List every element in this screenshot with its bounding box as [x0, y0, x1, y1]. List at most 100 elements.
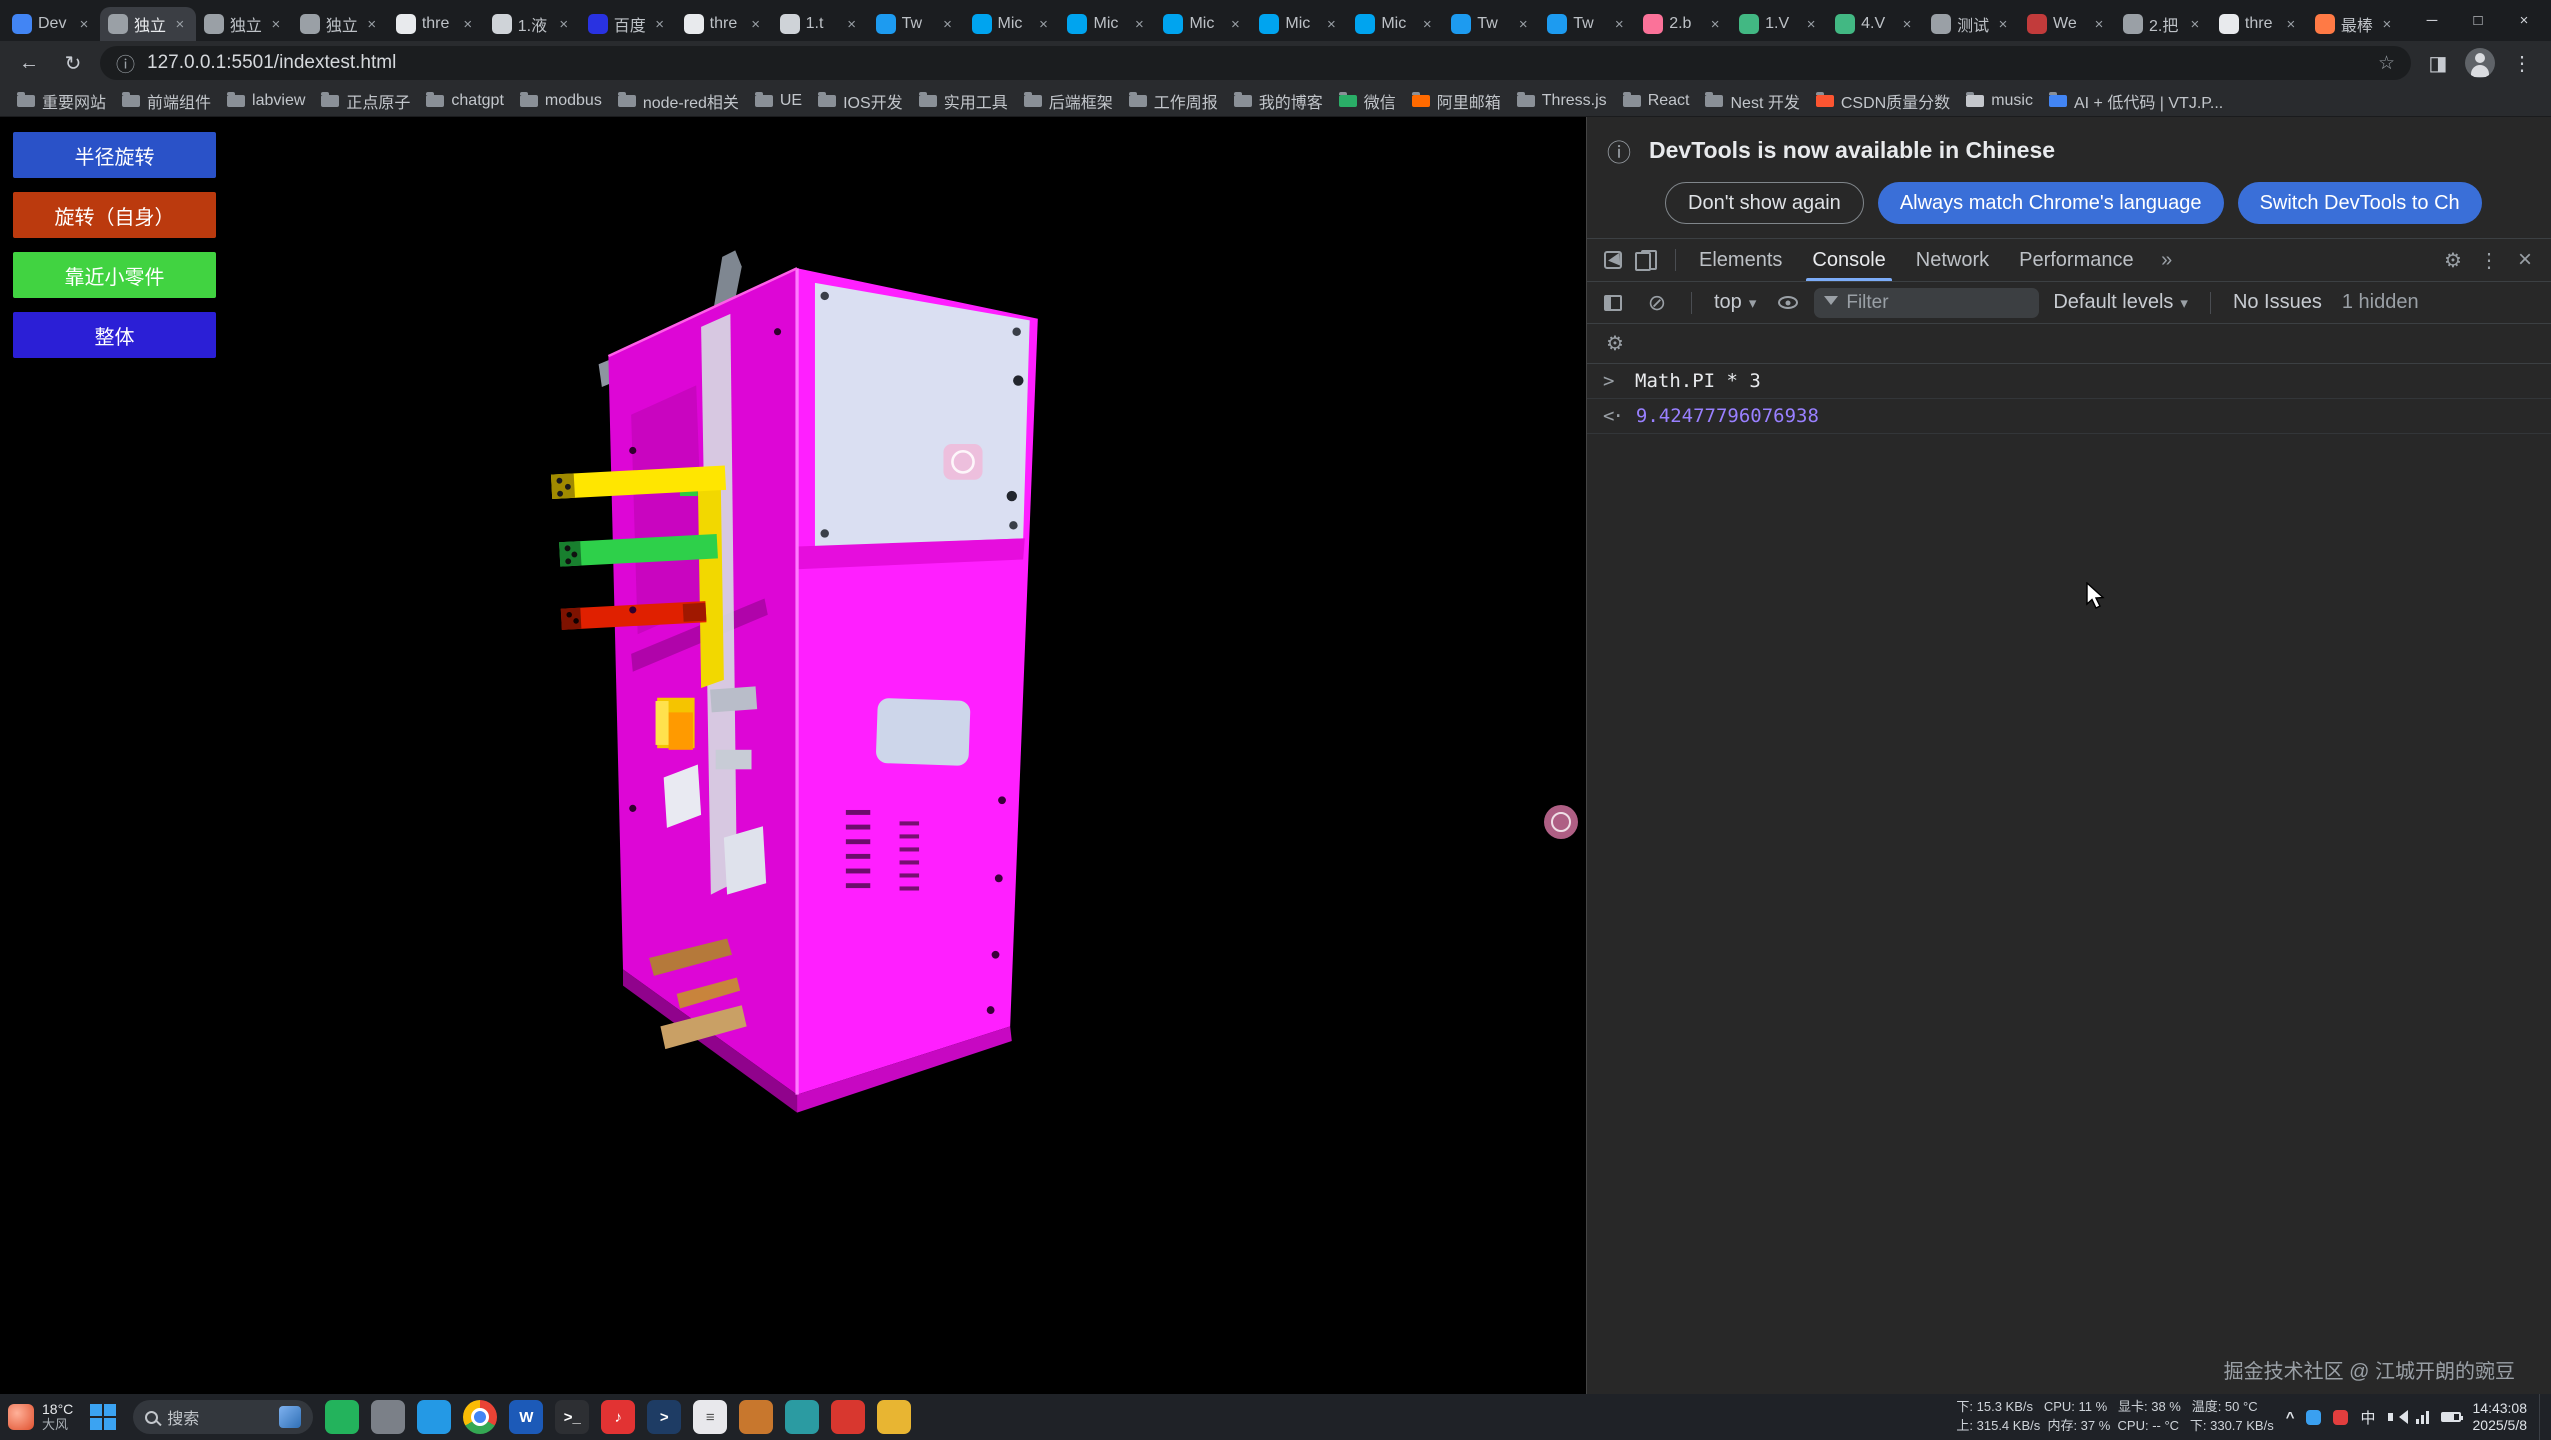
threejs-viewport[interactable]: 半径旋转 旋转（自身） 靠近小零件 整体 [0, 117, 1586, 1394]
threejs-canvas[interactable] [0, 117, 1586, 1394]
switch-language-button[interactable]: Switch DevTools to Ch [2238, 182, 2482, 224]
devtools-tab[interactable]: Network [1901, 239, 2004, 281]
bookmark-item[interactable]: 正点原子 [314, 88, 417, 114]
tab-close-icon[interactable]: × [1995, 16, 2011, 33]
tab-close-icon[interactable]: × [1803, 16, 1819, 33]
tab-close-icon[interactable]: × [1035, 16, 1051, 33]
bookmark-item[interactable]: labview [220, 88, 312, 114]
window-maximize-button[interactable]: □ [2455, 0, 2501, 41]
tray-chevron-icon[interactable]: ^ [2286, 1409, 2295, 1426]
browser-tab[interactable]: 2.把 × [2115, 7, 2211, 41]
browser-tab[interactable]: 独立 × [196, 7, 292, 41]
browser-tab[interactable]: 4.V × [1827, 7, 1923, 41]
browser-tab[interactable]: 独立 × [100, 7, 196, 41]
page-info-icon[interactable]: ⓘ [116, 50, 135, 77]
browser-tab[interactable]: 独立 × [292, 7, 388, 41]
taskbar-weather[interactable]: 18°C 大风 [8, 1401, 73, 1432]
bookmark-item[interactable]: 工作周报 [1122, 88, 1225, 114]
browser-tab[interactable]: thre × [676, 7, 772, 41]
taskbar-app-icon[interactable]: >_ [555, 1400, 589, 1434]
tab-close-icon[interactable]: × [1899, 16, 1915, 33]
dont-show-again-button[interactable]: Don't show again [1665, 182, 1864, 224]
browser-menu-icon[interactable]: ⋮ [2505, 46, 2539, 80]
back-icon[interactable]: ← [12, 46, 46, 80]
tab-close-icon[interactable]: × [1611, 16, 1627, 33]
hidden-messages-count[interactable]: 1 hidden [2336, 291, 2425, 314]
browser-tab[interactable]: 1.液 × [484, 7, 580, 41]
tab-close-icon[interactable]: × [172, 16, 188, 33]
browser-tab[interactable]: Mic × [964, 7, 1060, 41]
bookmark-item[interactable]: 阿里邮箱 [1405, 88, 1508, 114]
live-expression-icon[interactable] [1770, 287, 1806, 319]
tab-close-icon[interactable]: × [652, 16, 668, 33]
tab-close-icon[interactable]: × [1419, 16, 1435, 33]
tray-app-icon-red[interactable] [2333, 1410, 2348, 1425]
browser-tab[interactable]: Mic × [1347, 7, 1443, 41]
taskbar-app-icon[interactable]: ≡ [693, 1400, 727, 1434]
bookmark-item[interactable]: CSDN质量分数 [1809, 88, 1957, 114]
taskbar-app-icon[interactable] [325, 1400, 359, 1434]
console-settings-icon[interactable]: ⚙ [1597, 328, 1633, 360]
taskbar-app-icon[interactable] [831, 1400, 865, 1434]
side-panel-icon[interactable]: ◨ [2421, 46, 2455, 80]
browser-tab[interactable]: We × [2019, 7, 2115, 41]
browser-tab[interactable]: Mic × [1155, 7, 1251, 41]
address-bar[interactable]: ⓘ 127.0.0.1:5501/indextest.html ☆ [100, 46, 2411, 80]
browser-tab[interactable]: thre × [388, 7, 484, 41]
tab-close-icon[interactable]: × [940, 16, 956, 33]
ime-indicator[interactable]: 中 [2360, 1407, 2375, 1428]
browser-tab[interactable]: 最棒 × [2307, 7, 2403, 41]
taskbar-app-icon[interactable] [785, 1400, 819, 1434]
bookmark-item[interactable]: 前端组件 [115, 88, 218, 114]
tab-close-icon[interactable]: × [364, 16, 380, 33]
bookmark-item[interactable]: IOS开发 [811, 88, 910, 114]
taskbar-search[interactable]: 搜索 [133, 1400, 313, 1434]
bookmark-item[interactable]: 后端框架 [1017, 88, 1120, 114]
scene-control-button[interactable]: 旋转（自身） [13, 192, 216, 238]
devtools-menu-icon[interactable]: ⋮ [2471, 244, 2507, 276]
devtools-settings-icon[interactable]: ⚙ [2435, 244, 2471, 276]
devtools-tab[interactable]: Performance [2004, 239, 2149, 281]
browser-tab[interactable]: 2.b × [1635, 7, 1731, 41]
devtools-close-icon[interactable]: × [2507, 244, 2543, 276]
bookmark-item[interactable]: Nest 开发 [1698, 88, 1806, 114]
reload-icon[interactable]: ↻ [56, 46, 90, 80]
browser-tab[interactable]: thre × [2211, 7, 2307, 41]
tab-close-icon[interactable]: × [268, 16, 284, 33]
show-desktop-button[interactable] [2539, 1394, 2543, 1440]
start-button[interactable] [85, 1399, 121, 1435]
tray-app-icon-blue[interactable] [2306, 1410, 2321, 1425]
window-minimize-button[interactable]: ─ [2409, 0, 2455, 41]
issues-counter[interactable]: No Issues [2227, 291, 2328, 314]
bookmark-item[interactable]: chatgpt [419, 88, 510, 114]
browser-tab[interactable]: 测试 × [1923, 7, 2019, 41]
console-filter-input[interactable] [1814, 288, 2039, 318]
log-levels-selector[interactable]: Default levels ▾ [2047, 291, 2194, 314]
tab-close-icon[interactable]: × [1227, 16, 1243, 33]
tab-close-icon[interactable]: × [2091, 16, 2107, 33]
scene-control-button[interactable]: 半径旋转 [13, 132, 216, 178]
browser-tab[interactable]: Tw × [868, 7, 964, 41]
floating-widget[interactable] [1544, 805, 1578, 839]
browser-tab[interactable]: 1.V × [1731, 7, 1827, 41]
taskbar-app-icon[interactable] [877, 1400, 911, 1434]
browser-tab[interactable]: Mic × [1059, 7, 1155, 41]
browser-tab[interactable]: Dev × [4, 7, 100, 41]
scene-control-button[interactable]: 靠近小零件 [13, 252, 216, 298]
tab-close-icon[interactable]: × [1515, 16, 1531, 33]
devtools-tab[interactable]: Console [1797, 239, 1900, 281]
bookmark-item[interactable]: 重要网站 [10, 88, 113, 114]
console-sidebar-icon[interactable] [1595, 287, 1631, 319]
match-language-button[interactable]: Always match Chrome's language [1878, 182, 2224, 224]
tab-close-icon[interactable]: × [1707, 16, 1723, 33]
browser-tab[interactable]: Mic × [1251, 7, 1347, 41]
bookmark-item[interactable]: React [1616, 88, 1697, 114]
tab-close-icon[interactable]: × [2187, 16, 2203, 33]
taskbar-app-icon[interactable] [371, 1400, 405, 1434]
bookmark-item[interactable]: 实用工具 [912, 88, 1015, 114]
taskbar-app-icon[interactable]: > [647, 1400, 681, 1434]
devtools-tab[interactable]: Elements [1684, 239, 1797, 281]
tab-close-icon[interactable]: × [76, 16, 92, 33]
bookmark-item[interactable]: node-red相关 [611, 88, 746, 114]
volume-icon[interactable] [2388, 1409, 2404, 1425]
